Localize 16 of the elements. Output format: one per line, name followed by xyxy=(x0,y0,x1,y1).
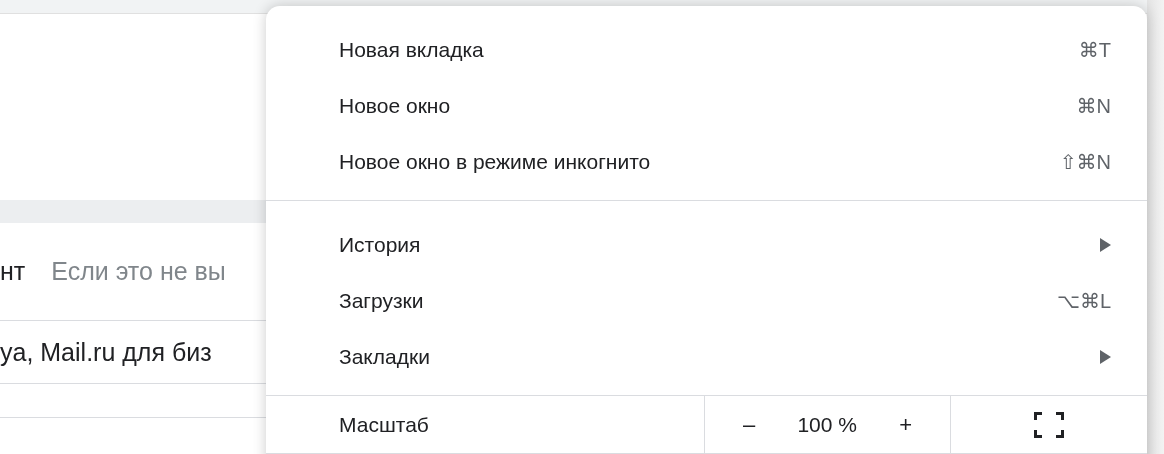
menu-item[interactable]: Новое окно ⌘N xyxy=(266,78,1147,134)
menu-item[interactable]: История xyxy=(266,217,1147,273)
menu-item[interactable]: Новая вкладка ⌘T xyxy=(266,22,1147,78)
zoom-out-button[interactable]: – xyxy=(735,407,764,442)
menu-item[interactable]: Закладки xyxy=(266,329,1147,385)
menu-item[interactable]: Новое окно в режиме инкогнито ⇧⌘N xyxy=(266,134,1147,190)
submenu-arrow-icon xyxy=(1100,350,1111,364)
zoom-label: Масштаб xyxy=(266,396,705,453)
mail-sender: нт xyxy=(0,257,26,286)
mail-snippet: Если это не вы xyxy=(51,257,226,286)
fullscreen-icon[interactable] xyxy=(1034,411,1064,438)
menu-item[interactable]: Загрузки ⌥⌘L xyxy=(266,273,1147,329)
zoom-in-button[interactable]: + xyxy=(891,407,920,442)
mail-sender: ya, Mail.ru для биз xyxy=(0,337,212,367)
zoom-value: 100 % xyxy=(797,412,857,437)
submenu-arrow-icon xyxy=(1100,238,1111,252)
